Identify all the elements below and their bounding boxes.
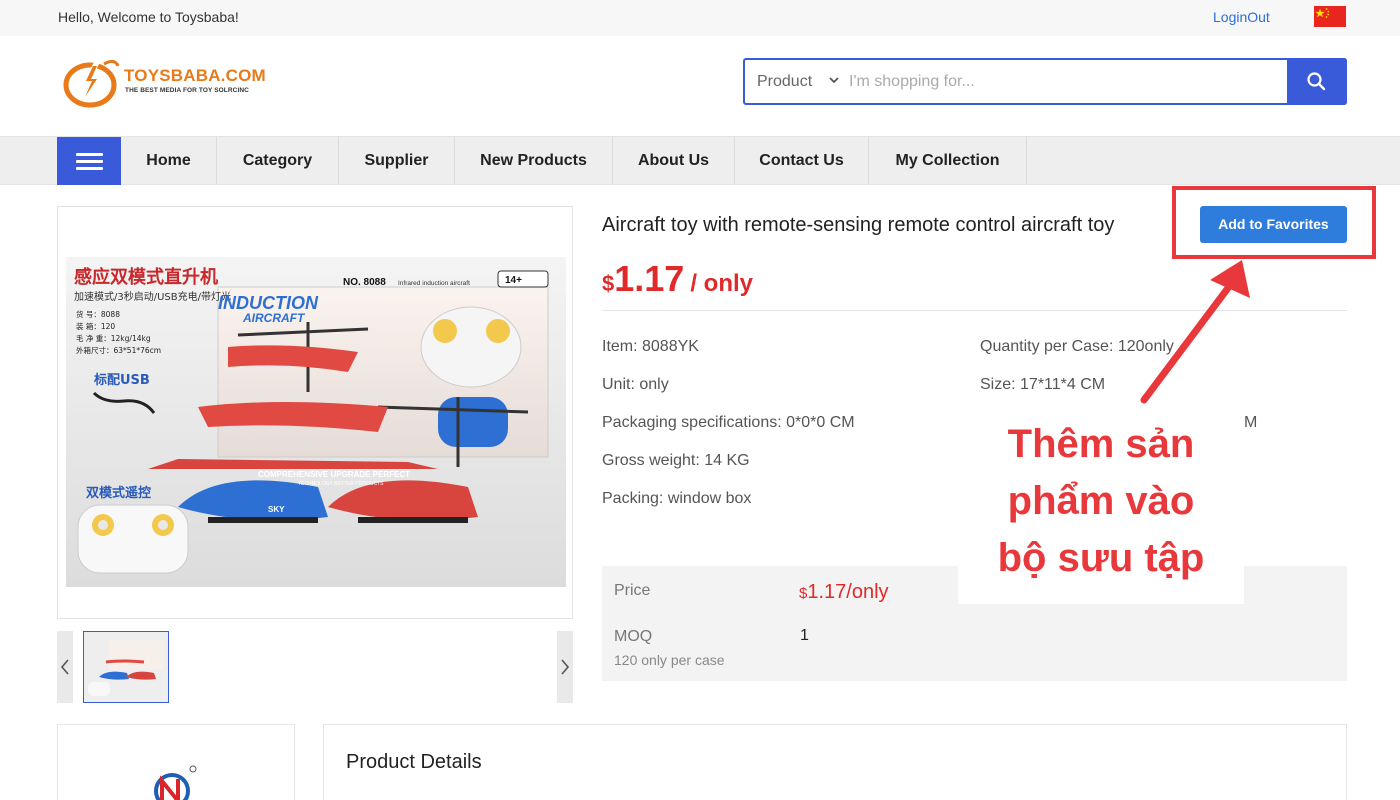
box-sky: SKY xyxy=(268,505,285,514)
product-price: $1.17/ only xyxy=(602,258,753,300)
nav-category[interactable]: Category xyxy=(217,137,339,185)
price-value: $1.17/only xyxy=(799,581,889,604)
price-currency: $ xyxy=(602,271,615,296)
nav-contact-us[interactable]: Contact Us xyxy=(735,137,869,185)
add-to-favorites-button[interactable]: Add to Favorites xyxy=(1200,206,1347,243)
annotation-arrow-icon xyxy=(1140,260,1250,404)
box-spec-1: 货 号：8088 xyxy=(76,309,120,319)
site-logo[interactable]: TOYSBABA.COM THE BEST MEDIA FOR TOY SOLR… xyxy=(60,56,270,110)
box-spec-4: 外箱尺寸：63*51*76cm xyxy=(76,345,161,355)
nav-supplier[interactable]: Supplier xyxy=(339,137,455,185)
spec-item: Item: 8088YK xyxy=(602,338,699,355)
supplier-logo-icon xyxy=(154,765,197,800)
logout-link[interactable]: LoginOut xyxy=(1213,9,1270,25)
box-infrared: Infrared induction aircraft xyxy=(398,280,470,287)
search-input[interactable] xyxy=(849,66,1279,97)
chevron-down-icon[interactable] xyxy=(827,73,841,87)
box-banner: COMPREHENSIVE UPGRADE PERFECT xyxy=(258,470,410,479)
chevron-right-icon xyxy=(561,659,570,675)
box-spec-3: 毛 净 重：12kg/14kg xyxy=(76,333,151,343)
box-aircraft: AIRCRAFT xyxy=(242,311,306,325)
box-age: 14+ xyxy=(505,275,522,286)
welcome-text: Hello, Welcome to Toysbaba! xyxy=(58,9,239,25)
product-details-heading: Product Details xyxy=(346,751,482,773)
price-unit: / only xyxy=(690,270,753,297)
spec-packing: Packing: window box xyxy=(602,490,752,507)
nav-home[interactable]: Home xyxy=(121,137,217,185)
site-header: TOYSBABA.COM THE BEST MEDIA FOR TOY SOLR… xyxy=(0,36,1400,136)
search-category-select[interactable]: Product xyxy=(757,60,812,103)
hamburger-menu-icon[interactable] xyxy=(57,137,121,185)
logo-icon xyxy=(63,59,120,108)
spec-size: Size: 17*11*4 CM xyxy=(980,376,1106,393)
box-model: NO. 8088 xyxy=(343,277,386,288)
box-induction: INDUCTION xyxy=(218,293,319,313)
spec-gross-weight: Gross weight: 14 KG xyxy=(602,452,750,469)
spec-partial: M xyxy=(1244,414,1258,431)
logo-tagline: THE BEST MEDIA FOR TOY SOLRCINC xyxy=(125,87,249,94)
box-dual-mode: 双模式遥控 xyxy=(86,485,151,501)
chevron-left-icon xyxy=(60,659,69,675)
logo-brand: TOYSBABA.COM xyxy=(124,66,266,85)
box-subtitle-cn: 加速模式/3秒启动/USB充电/带灯光 xyxy=(74,290,231,303)
top-bar: Hello, Welcome to Toysbaba! LoginOut xyxy=(0,0,1400,36)
moq-sub: 120 only per case xyxy=(614,652,725,668)
price-amount: 1.17 xyxy=(614,258,685,299)
spec-packaging: Packaging specifications: 0*0*0 CM xyxy=(602,414,855,431)
product-photo: 感应双模式直升机 加速模式/3秒启动/USB充电/带灯光 NO. 8088 In… xyxy=(66,257,566,587)
main-nav: Home Category Supplier New Products Abou… xyxy=(0,136,1400,185)
annotation-line-3: bộ sưu tập xyxy=(997,536,1205,580)
box-banner-2: TECHNOLOGY BETTER PRODUCTS xyxy=(298,481,384,487)
price-value-amount: 1.17/only xyxy=(807,581,889,603)
annotation-line-1: Thêm sản xyxy=(1007,422,1195,466)
product-main-image[interactable]: 感应双模式直升机 加速模式/3秒启动/USB充电/带灯光 NO. 8088 In… xyxy=(57,206,573,619)
supplier-card[interactable] xyxy=(57,724,295,800)
thumbnail-strip xyxy=(57,631,573,703)
annotation-line-2: phẩm vào xyxy=(1007,479,1195,523)
moq-value: 1 xyxy=(800,627,809,644)
thumbnail-1[interactable] xyxy=(83,631,169,703)
product-title: Aircraft toy with remote-sensing remote … xyxy=(602,214,1115,236)
annotation-text: Thêm sản phẩm vào bộ sưu tập xyxy=(958,416,1244,587)
thumb-prev-arrow[interactable] xyxy=(57,631,73,703)
china-flag-icon[interactable] xyxy=(1314,6,1346,27)
price-label: Price xyxy=(614,582,651,599)
search-bar: Product xyxy=(743,58,1347,105)
nav-about-us[interactable]: About Us xyxy=(613,137,735,185)
spec-unit: Unit: only xyxy=(602,376,669,393)
thumb-next-arrow[interactable] xyxy=(557,631,573,703)
search-button[interactable] xyxy=(1287,58,1347,105)
moq-label: MOQ xyxy=(614,628,653,645)
box-title-cn: 感应双模式直升机 xyxy=(74,266,218,288)
box-spec-2: 装 箱：120 xyxy=(76,321,115,331)
box-usb: 标配USB xyxy=(93,372,150,388)
nav-new-products[interactable]: New Products xyxy=(455,137,613,185)
search-icon xyxy=(1307,72,1326,91)
product-details-panel: Product Details xyxy=(323,724,1347,800)
nav-my-collection[interactable]: My Collection xyxy=(869,137,1027,185)
